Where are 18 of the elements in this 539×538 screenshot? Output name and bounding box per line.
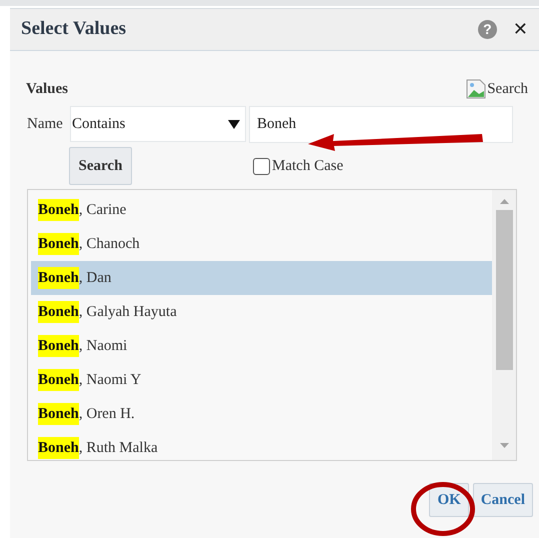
dialog-title: Select Values xyxy=(21,17,126,42)
result-item[interactable]: Boneh, Oren H. xyxy=(31,397,492,431)
search-link[interactable]: Search xyxy=(466,78,528,100)
result-item[interactable]: Boneh, Galyah Hayuta xyxy=(31,295,492,329)
result-item[interactable]: Boneh, Naomi Y xyxy=(31,363,492,397)
result-item[interactable]: Boneh, Chanoch xyxy=(31,227,492,261)
result-item[interactable]: Boneh, Carine xyxy=(31,193,492,227)
match-case-label: Match Case xyxy=(272,156,344,176)
close-button[interactable]: ✕ xyxy=(512,20,528,38)
filter-label: Name xyxy=(27,114,64,134)
operator-dropdown[interactable]: Contains xyxy=(70,106,246,142)
result-item[interactable]: Boneh, Ruth Malka xyxy=(31,431,492,460)
section-title: Values xyxy=(26,80,68,99)
result-item[interactable]: Boneh, Naomi xyxy=(31,329,492,363)
search-button[interactable]: Search xyxy=(69,147,132,185)
search-input[interactable]: Boneh xyxy=(249,106,513,142)
cancel-button[interactable]: Cancel xyxy=(472,483,533,517)
result-item[interactable]: Boneh, Dan xyxy=(31,261,492,295)
